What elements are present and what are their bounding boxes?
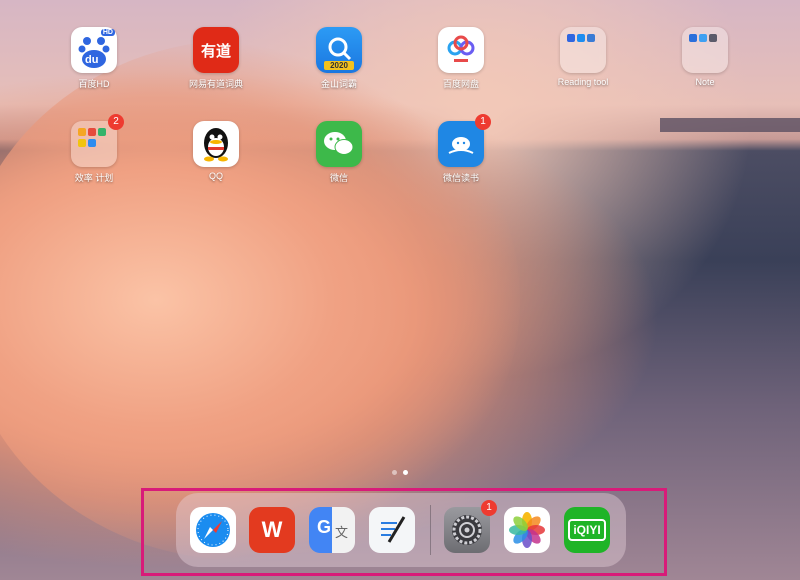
dock-app-notes[interactable] bbox=[369, 507, 415, 553]
folder-efficiency-plan[interactable]: 2 效率 计划 bbox=[46, 114, 142, 184]
mini-app-icon bbox=[709, 34, 717, 42]
baidu-icon: du HD bbox=[71, 27, 117, 73]
dock-app-iqiyi[interactable]: iQIYI bbox=[564, 507, 610, 553]
wallpaper-splash bbox=[0, 40, 520, 560]
mini-app-icon bbox=[567, 34, 575, 42]
wechat-icon bbox=[316, 121, 362, 167]
app-baidu-netdisk[interactable]: 百度网盘 bbox=[413, 27, 509, 90]
dock-app-wps[interactable]: W bbox=[249, 507, 295, 553]
app-label: 微信读书 bbox=[442, 173, 479, 183]
folder-icon bbox=[560, 27, 606, 73]
app-label: 金山词霸 bbox=[320, 79, 357, 89]
mini-app-icon bbox=[88, 128, 96, 136]
iqiyi-icon: iQIYI bbox=[568, 519, 606, 541]
google-translate-icon: G bbox=[317, 517, 332, 537]
mini-app-icon bbox=[78, 128, 86, 136]
notes-pen-icon bbox=[381, 516, 406, 543]
app-wechat[interactable]: 微信 bbox=[291, 121, 387, 184]
mini-app-icon bbox=[577, 34, 585, 42]
dock-app-safari[interactable] bbox=[190, 507, 236, 553]
mini-app-icon bbox=[699, 34, 707, 42]
youdao-icon: 有道 bbox=[193, 27, 239, 73]
app-kingsoft-powerword[interactable]: 2020 金山词霸 bbox=[291, 27, 387, 90]
mini-app-icon bbox=[98, 128, 106, 136]
dock-app-photos[interactable] bbox=[504, 507, 550, 553]
notification-badge: 1 bbox=[475, 114, 491, 130]
app-label: 百度网盘 bbox=[442, 79, 479, 89]
dock-app-settings[interactable]: 1 bbox=[444, 500, 497, 553]
mini-app-icon bbox=[587, 34, 595, 42]
wechat-read-icon: 1 bbox=[438, 114, 491, 167]
folder-reading-tool[interactable]: Reading tool bbox=[535, 27, 631, 87]
page-dot-active[interactable] bbox=[403, 470, 408, 475]
app-label: QQ bbox=[208, 171, 223, 181]
mini-app-icon bbox=[88, 139, 96, 147]
notification-badge: 2 bbox=[108, 114, 124, 130]
mini-app-icon bbox=[78, 139, 86, 147]
page-indicator[interactable] bbox=[392, 470, 408, 475]
folder-icon bbox=[682, 27, 728, 73]
app-label: Note bbox=[695, 77, 715, 87]
wallpaper-pier bbox=[660, 118, 800, 132]
safari-icon bbox=[196, 513, 230, 547]
app-label: 效率 计划 bbox=[74, 173, 114, 183]
app-wechat-read[interactable]: 1 微信读书 bbox=[413, 114, 509, 184]
folder-note[interactable]: Note bbox=[657, 27, 753, 87]
settings-icon bbox=[452, 515, 482, 545]
baidu-netdisk-icon bbox=[438, 27, 484, 73]
app-label: 微信 bbox=[329, 173, 348, 183]
notification-badge: 1 bbox=[481, 500, 497, 516]
photos-icon bbox=[509, 512, 545, 548]
dock-separator bbox=[430, 505, 431, 555]
app-baidu-hd[interactable]: du HD 百度HD bbox=[46, 27, 142, 90]
wps-icon: W bbox=[261, 517, 283, 542]
qq-icon bbox=[193, 121, 239, 167]
kingsoft-icon: 2020 bbox=[316, 27, 362, 73]
app-label: Reading tool bbox=[557, 77, 609, 87]
dock-app-google-translate[interactable]: G 文 bbox=[309, 507, 355, 553]
page-dot[interactable] bbox=[392, 470, 397, 475]
folder-icon: 2 bbox=[71, 114, 124, 167]
app-label: 百度HD bbox=[78, 79, 110, 89]
app-label: 网易有道词典 bbox=[188, 79, 243, 89]
app-youdao-dict[interactable]: 有道 网易有道词典 bbox=[168, 27, 264, 90]
mini-app-icon bbox=[689, 34, 697, 42]
app-qq[interactable]: QQ bbox=[168, 121, 264, 181]
